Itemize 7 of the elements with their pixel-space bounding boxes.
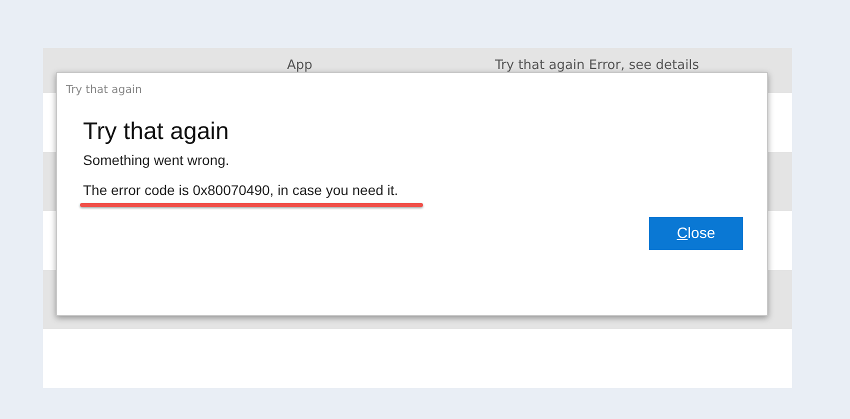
dialog-heading: Try that again [83, 118, 230, 146]
error-message: Something went wrong. [83, 152, 230, 168]
dialog-title: Try that again [66, 83, 143, 96]
column-header: Try that again Error, see details [495, 58, 700, 73]
error-code-text: The error code is 0x80070490, in case you need it. [83, 182, 400, 198]
column-header: App [287, 58, 312, 73]
close-button[interactable]: Close [649, 217, 743, 250]
